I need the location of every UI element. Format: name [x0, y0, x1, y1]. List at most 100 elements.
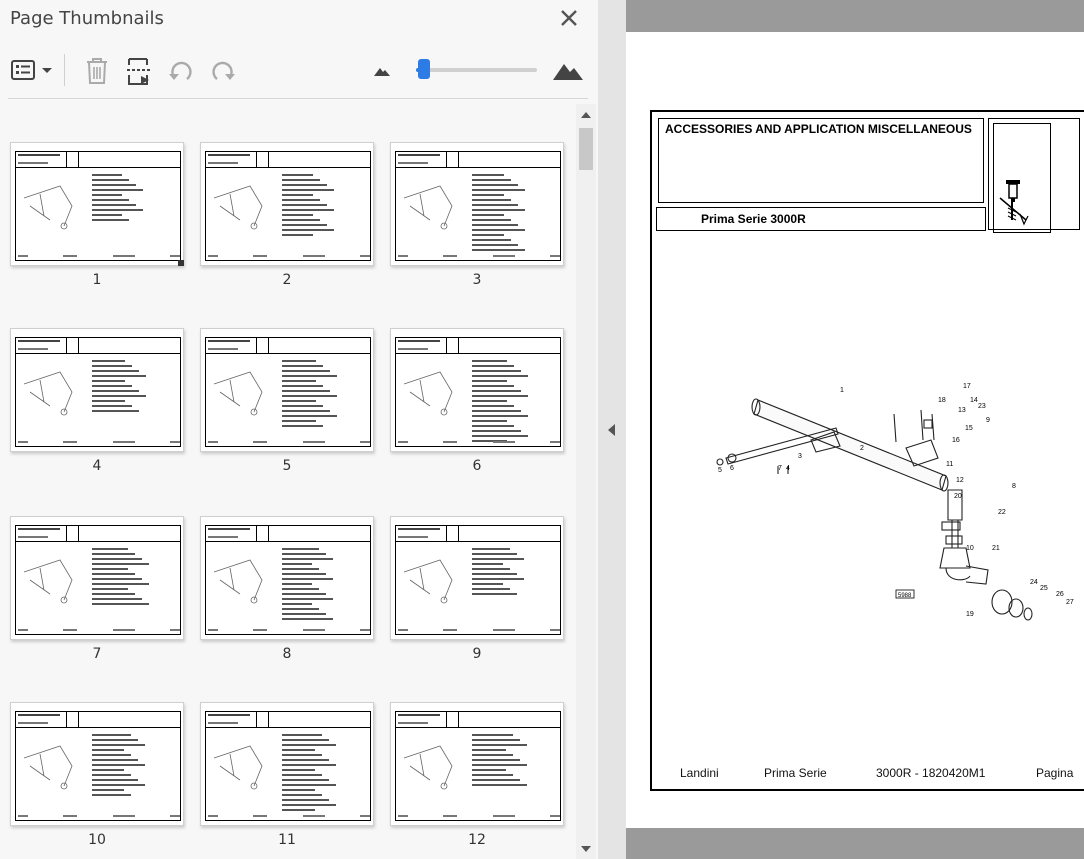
- thumbnail-page-frame: [205, 337, 371, 447]
- part-callout: 22: [998, 509, 1006, 516]
- rotate-clockwise-icon: [212, 61, 235, 80]
- part-callout: 4: [786, 465, 790, 472]
- thumbnail-page-frame: [205, 711, 371, 821]
- scrollbar-thumb[interactable]: [579, 128, 593, 170]
- page-number-label: 3: [472, 272, 482, 288]
- toolbar-separator: [64, 54, 65, 86]
- part-callout: 27: [1066, 599, 1074, 606]
- document-series: Prima Serie 3000R: [701, 212, 806, 226]
- thumbnail-drawing: [213, 559, 263, 604]
- close-panel-button[interactable]: [557, 6, 581, 30]
- part-callout: 14: [970, 397, 978, 404]
- insert-page-button[interactable]: [122, 56, 156, 86]
- thumbnail-page-frame: [15, 711, 181, 821]
- part-callout: 15: [965, 425, 973, 432]
- chevron-left-icon: [608, 424, 615, 436]
- page-thumbnail[interactable]: [200, 702, 374, 826]
- delete-pages-button[interactable]: [82, 56, 112, 86]
- panel-title: Page Thumbnails: [10, 8, 164, 29]
- page-number-label: 9: [472, 646, 482, 662]
- thumbnail-drawing: [403, 559, 453, 604]
- footer-page-label: Pagina: [1036, 766, 1074, 780]
- large-mountain-icon: [553, 64, 583, 80]
- part-callout: 26: [1056, 591, 1064, 598]
- parts-drawing: 12345 6 7891011121314151617181920212223242…: [716, 383, 1074, 621]
- part-callout: 20: [954, 493, 962, 500]
- title-box: ACCESSORIES AND APPLICATION MISCELLANEOU…: [658, 118, 984, 203]
- page-thumbnail[interactable]: [390, 142, 564, 266]
- page-number-label: 2: [282, 272, 292, 288]
- page-thumbnail[interactable]: [10, 142, 184, 266]
- page-number-label: 5: [282, 458, 292, 474]
- zoom-in-button[interactable]: [551, 56, 585, 86]
- drawing-tag: 5988: [898, 593, 912, 599]
- rotate-clockwise-button[interactable]: [206, 56, 240, 86]
- part-callout: 17: [963, 383, 971, 390]
- scroll-down-button[interactable]: [578, 840, 594, 858]
- page-number-label: 8: [282, 646, 292, 662]
- page-thumbnail[interactable]: [10, 328, 184, 452]
- footer-brand: Landini: [680, 766, 719, 780]
- page-thumbnail[interactable]: [200, 328, 374, 452]
- page-thumbnail[interactable]: [200, 142, 374, 266]
- footer-code: 3000R - 1820420M1: [876, 766, 986, 780]
- document-title: ACCESSORIES AND APPLICATION MISCELLANEOU…: [665, 122, 972, 136]
- thumbnail-drawing: [23, 185, 73, 230]
- thumbnail-page-frame: [15, 337, 181, 447]
- part-callout: 25: [1040, 585, 1048, 592]
- page-thumbnails-panel: Page Thumbnails 1 2 3 4 5 6 7 8 9 10 11 …: [0, 0, 598, 859]
- insert-page-icon: [127, 58, 151, 85]
- page-number-label: 10: [88, 832, 106, 848]
- zoom-slider-thumb[interactable]: [418, 59, 430, 79]
- page-thumbnail[interactable]: [390, 328, 564, 452]
- rotate-counterclockwise-button[interactable]: [164, 56, 198, 86]
- thumbnail-drawing: [23, 559, 73, 604]
- trash-icon: [87, 58, 107, 84]
- thumbnail-drawing: [23, 371, 73, 416]
- part-callout: 10: [966, 545, 974, 552]
- document-viewer[interactable]: ACCESSORIES AND APPLICATION MISCELLANEOU…: [626, 0, 1084, 859]
- thumbnail-drawing: [213, 185, 263, 230]
- chevron-up-icon: [581, 112, 591, 118]
- thumbnail-options-button[interactable]: [10, 56, 54, 86]
- page-thumbnail[interactable]: [200, 516, 374, 640]
- part-callout: 7: [778, 465, 782, 472]
- app-root: Page Thumbnails 1 2 3 4 5 6 7 8 9 10 11 …: [0, 0, 1084, 859]
- small-mountain-icon: [374, 68, 390, 76]
- collapse-panel-button[interactable]: [604, 418, 620, 442]
- page-number-label: 6: [472, 458, 482, 474]
- part-callout: 2: [860, 445, 864, 452]
- steering-component-icon: [999, 180, 1029, 226]
- scroll-up-button[interactable]: [578, 106, 594, 124]
- part-callout: 8: [1012, 483, 1016, 490]
- thumbnail-page-frame: [205, 525, 371, 635]
- thumbnail-options-icon: [11, 60, 35, 80]
- close-icon: [561, 10, 577, 26]
- thumbnail-scrollbar[interactable]: [576, 104, 596, 859]
- part-callout: 23: [978, 403, 986, 410]
- thumbnail-drawing: [213, 745, 263, 790]
- part-callout: 21: [992, 545, 1000, 552]
- page-number-label: 1: [92, 272, 102, 288]
- chevron-down-icon: [42, 68, 52, 73]
- page-gap-bottom: [626, 828, 1084, 859]
- page-thumbnail[interactable]: [10, 516, 184, 640]
- part-callout: 18: [938, 397, 946, 404]
- page-number-label: 4: [92, 458, 102, 474]
- page-thumbnail[interactable]: [390, 516, 564, 640]
- page-thumbnail[interactable]: [390, 702, 564, 826]
- part-callout: 11: [946, 461, 953, 468]
- thumbnail-page-frame: [15, 151, 181, 261]
- thumbnail-drawing: [403, 185, 453, 230]
- selected-page-marker: [178, 260, 184, 266]
- page-thumbnail[interactable]: [10, 702, 184, 826]
- part-callout: 12: [956, 477, 964, 484]
- part-callout: 6: [730, 465, 734, 472]
- part-callout: 9: [986, 417, 990, 424]
- zoom-slider-track[interactable]: [416, 68, 537, 72]
- part-callout: 3: [798, 453, 802, 460]
- zoom-out-button[interactable]: [372, 56, 392, 86]
- part-callout: 1: [840, 387, 844, 394]
- part-callout: 16: [952, 437, 960, 444]
- thumbnail-page-frame: [395, 151, 561, 261]
